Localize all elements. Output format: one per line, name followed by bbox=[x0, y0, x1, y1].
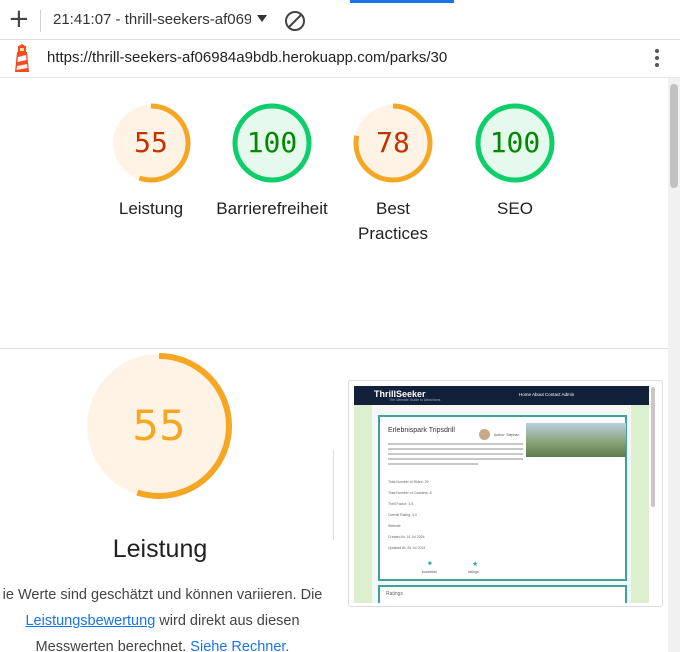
gauge-seo[interactable]: 100 bbox=[475, 103, 555, 183]
calculator-link[interactable]: Siehe Rechner. bbox=[190, 639, 289, 652]
screenshot-text-line bbox=[388, 463, 478, 465]
toolbar-divider bbox=[40, 10, 41, 32]
screenshot-park-image bbox=[526, 423, 626, 457]
screenshot-ratings-card: Ratings bbox=[378, 585, 627, 603]
screenshot-left-bg bbox=[354, 405, 372, 603]
screenshot-park-title: Erlebnispark Tripsdrill bbox=[388, 427, 455, 434]
screenshot-bucketlist-label: bucketlist bbox=[422, 570, 437, 574]
gauge-accessibility[interactable]: 100 bbox=[232, 103, 312, 183]
more-options-icon[interactable] bbox=[652, 47, 662, 69]
bucketlist-icon: ■ bbox=[428, 561, 432, 567]
performance-title: Leistung bbox=[112, 535, 208, 563]
caret-down-icon[interactable] bbox=[257, 15, 267, 22]
performance-gauge-large: 55 bbox=[85, 352, 233, 500]
page-screenshot-thumbnail[interactable]: ThrillSeeker The Ultimate Guide to Attra… bbox=[348, 380, 663, 607]
desc-text-2: wird direkt aus diesen bbox=[155, 613, 300, 629]
vertical-divider bbox=[333, 450, 334, 540]
section-divider bbox=[0, 348, 668, 349]
star-icon: ★ bbox=[472, 561, 479, 568]
screenshot-right-bg bbox=[631, 405, 649, 603]
gauge-best-practices[interactable]: 78 bbox=[353, 103, 433, 183]
session-title: 21:41:07 - thrill-seekers-af0698 bbox=[53, 11, 251, 28]
gauge-label[interactable]: Best Practices bbox=[328, 196, 458, 246]
performance-score: 55 bbox=[132, 401, 186, 450]
screenshot-avatar bbox=[479, 429, 490, 440]
scrollbar-thumb[interactable] bbox=[670, 84, 678, 188]
desc-text-3: Messwerten berechnet. bbox=[35, 639, 191, 652]
screenshot-author: Author: Stephan bbox=[494, 433, 520, 437]
screenshot-scrollbar bbox=[651, 387, 655, 507]
gauge-score: 100 bbox=[489, 126, 541, 159]
screenshot-field: Website bbox=[388, 524, 401, 528]
lighthouse-icon bbox=[15, 44, 29, 72]
plus-icon[interactable]: + bbox=[8, 6, 30, 32]
screenshot-field: Total Number of Coasters: 6 bbox=[388, 491, 432, 495]
screenshot-field: Updated At: 26 Jul 2024 bbox=[388, 546, 426, 550]
block-icon[interactable] bbox=[285, 11, 305, 31]
active-tab-indicator bbox=[350, 0, 454, 3]
report-content: 55 Leistung 100 Barrierefreiheit 78 Best… bbox=[0, 78, 668, 652]
screenshot-text-line bbox=[388, 443, 523, 445]
screenshot-field: Overall Rating: 4.0 bbox=[388, 513, 417, 517]
screenshot-navbar: ThrillSeeker The Ultimate Guide to Attra… bbox=[354, 386, 649, 405]
gauge-performance[interactable]: 55 bbox=[111, 103, 191, 183]
screenshot-park-card: Erlebnispark Tripsdrill Author: Stephan … bbox=[378, 415, 627, 581]
screenshot-ratings-label: ratings bbox=[468, 570, 479, 574]
gauge-label[interactable]: Barrierefreiheit bbox=[207, 196, 337, 221]
screenshot-ratings-heading: Ratings bbox=[386, 591, 403, 597]
gauge-score: 100 bbox=[246, 126, 298, 159]
performance-description: ie Werte sind geschätzt und können varii… bbox=[0, 582, 335, 652]
gauge-score: 78 bbox=[376, 126, 410, 159]
screenshot-text-line bbox=[388, 458, 523, 460]
gauge-label[interactable]: Leistung bbox=[86, 196, 216, 221]
performance-scoring-link[interactable]: Leistungsbewertung bbox=[25, 613, 155, 629]
gauge-score: 55 bbox=[134, 126, 168, 159]
screenshot-field: Thrill Factor: 3.5 bbox=[388, 502, 414, 506]
gauge-label[interactable]: SEO bbox=[450, 196, 580, 221]
desc-text-1: ie Werte sind geschätzt und können varii… bbox=[2, 587, 323, 603]
screenshot-viewport: ThrillSeeker The Ultimate Guide to Attra… bbox=[354, 386, 649, 603]
url-text[interactable]: https://thrill-seekers-af06984a9bdb.hero… bbox=[47, 49, 447, 66]
screenshot-field: Created At: 19 Jul 2024 bbox=[388, 535, 425, 539]
screenshot-field: Total Number of Rides: 29 bbox=[388, 480, 429, 484]
gauge-label-line2: Practices bbox=[358, 224, 428, 243]
gauge-label-line1: Best bbox=[375, 199, 411, 218]
screenshot-nav-links: Home About Contact Admin bbox=[519, 392, 575, 397]
screenshot-text-line bbox=[388, 453, 523, 455]
screenshot-tagline: The Ultimate Guide to Attractions bbox=[389, 398, 441, 402]
screenshot-text-line bbox=[388, 448, 523, 450]
